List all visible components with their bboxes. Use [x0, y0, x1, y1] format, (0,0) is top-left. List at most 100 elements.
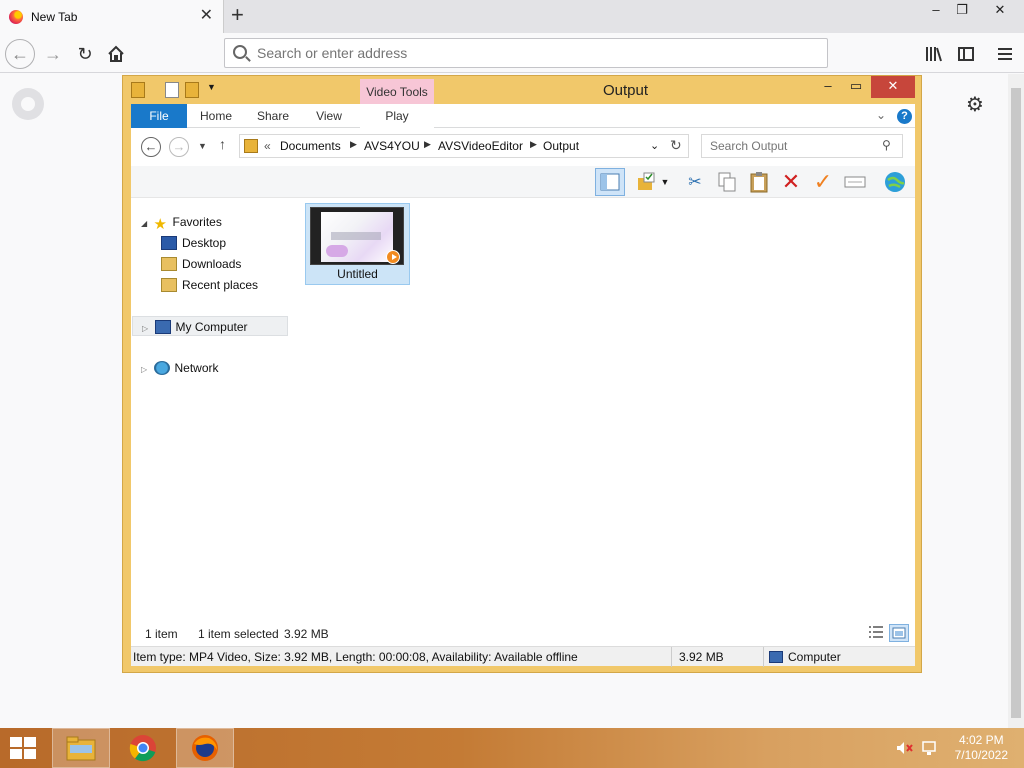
sidebar-button[interactable] [951, 39, 981, 69]
tab-close-icon[interactable]: ✕ [200, 8, 213, 24]
scrollbar-thumb[interactable] [1011, 88, 1021, 718]
forward-button[interactable]: → [38, 39, 68, 69]
url-input[interactable] [257, 43, 817, 63]
item-count: 1 item [145, 627, 178, 641]
tab-file[interactable]: File [131, 104, 187, 128]
tab-home[interactable]: Home [193, 104, 239, 128]
up-arrow-icon[interactable]: ↑ [219, 136, 226, 152]
checkmark-icon[interactable]: ✓ [811, 169, 835, 194]
hamburger-menu-icon [998, 48, 1012, 60]
network-icon [153, 360, 170, 375]
taskbar-chrome[interactable] [114, 728, 172, 768]
chevron-right-icon[interactable]: ▶ [530, 139, 537, 150]
breadcrumb-overflow[interactable]: « [264, 139, 271, 153]
maximize-button[interactable]: ❐ [945, 0, 979, 22]
delete-icon[interactable]: ✕ [779, 169, 803, 194]
large-icons-view-icon[interactable] [889, 624, 909, 642]
globe-icon[interactable] [883, 170, 907, 194]
breadcrumb-avs4you[interactable]: AVS4YOU [364, 139, 420, 153]
tab-play[interactable]: Play [360, 104, 434, 128]
url-bar[interactable] [224, 38, 828, 68]
explorer-maximize-button[interactable]: ▭ [843, 76, 869, 98]
search-icon: ⚲ [882, 138, 891, 152]
back-button[interactable]: ← [5, 39, 35, 69]
quick-access-dropdown-icon[interactable]: ▼ [207, 82, 217, 98]
explorer-forward-button[interactable]: → [169, 137, 189, 157]
tree-downloads[interactable]: Downloads [161, 254, 241, 274]
taskbar-file-explorer[interactable] [52, 728, 110, 768]
navigation-pane: ◢ ★ Favorites Desktop Downloads Recent pl… [131, 202, 291, 622]
explorer-close-button[interactable]: ✕ [871, 76, 915, 98]
breadcrumb-avsvideoeditor[interactable]: AVSVideoEditor [438, 139, 523, 153]
tree-my-computer[interactable]: ▷ My Computer [132, 316, 288, 336]
network-status-icon[interactable] [921, 741, 937, 755]
start-button[interactable] [10, 737, 38, 759]
breadcrumb-output[interactable]: Output [543, 139, 579, 153]
tree-network[interactable]: ▷ Network [141, 358, 219, 378]
properties-icon[interactable] [165, 82, 179, 98]
details-view-icon[interactable] [867, 624, 887, 642]
taskbar-firefox[interactable] [176, 728, 234, 768]
search-input[interactable] [710, 138, 880, 154]
search-box[interactable]: ⚲ [701, 134, 903, 158]
system-clock[interactable]: 4:02 PM 7/10/2022 [955, 733, 1008, 763]
tab-share[interactable]: Share [249, 104, 297, 128]
file-item-untitled[interactable]: Untitled [305, 203, 410, 285]
expanded-arrow-icon[interactable]: ◢ [141, 219, 147, 228]
page-scrollbar[interactable] [1008, 74, 1024, 728]
details-divider [671, 647, 672, 667]
library-button[interactable] [919, 39, 949, 69]
gear-icon[interactable]: ⚙ [966, 92, 984, 117]
reload-button[interactable]: ↻ [70, 39, 100, 69]
preview-pane-icon[interactable] [595, 168, 625, 196]
paste-icon[interactable] [747, 170, 771, 194]
sidebar-icon [958, 47, 974, 61]
ribbon-expand-icon[interactable]: ⌄ [876, 108, 886, 122]
new-folder-icon[interactable] [185, 82, 199, 98]
tab-new-tab[interactable]: New Tab ✕ [0, 0, 224, 33]
explorer-body: File Home Share View Play ⌄ ? ← → ▼ ↑ « … [131, 104, 915, 667]
folder-icon [66, 736, 96, 761]
reload-icon: ↻ [77, 44, 93, 64]
copy-icon[interactable] [715, 170, 739, 194]
rename-icon[interactable] [843, 170, 867, 194]
chevron-right-icon[interactable]: ▶ [424, 139, 431, 150]
chevron-down-icon[interactable]: ⌄ [650, 139, 659, 152]
tab-view[interactable]: View [307, 104, 351, 128]
item-details-text: Item type: MP4 Video, Size: 3.92 MB, Len… [133, 650, 578, 664]
collapsed-arrow-icon[interactable]: ▷ [141, 365, 147, 374]
close-window-button[interactable]: ✕ [983, 0, 1017, 22]
home-button[interactable] [101, 39, 131, 69]
folder-icon [244, 139, 258, 153]
search-icon [233, 45, 247, 59]
tree-desktop[interactable]: Desktop [161, 233, 226, 253]
tree-favorites[interactable]: ◢ ★ Favorites [141, 212, 222, 233]
back-arrow-icon: ← [11, 44, 29, 64]
explorer-back-button[interactable]: ← [141, 137, 161, 157]
back-arrow-icon: ← [144, 139, 158, 154]
file-explorer-window: ▼ Video Tools Output – ▭ ✕ File Home Sha… [122, 75, 922, 673]
video-tools-context-label: Video Tools [360, 79, 434, 104]
chrome-icon [129, 735, 156, 762]
select-folder-icon[interactable] [635, 170, 659, 194]
address-bar[interactable]: « Documents ▶ AVS4YOU ▶ AVSVideoEditor ▶… [239, 134, 689, 158]
status-bar: 1 item 1 item selected 3.92 MB [131, 624, 915, 644]
help-icon[interactable]: ? [897, 109, 912, 124]
tree-recent-places[interactable]: Recent places [161, 275, 258, 295]
details-bar: Item type: MP4 Video, Size: 3.92 MB, Len… [131, 646, 915, 667]
dropdown-arrow-icon[interactable]: ▼ [659, 170, 671, 194]
recent-locations-icon[interactable]: ▼ [198, 141, 207, 151]
cut-icon[interactable]: ✂ [683, 170, 707, 194]
play-badge-icon [386, 250, 400, 264]
chevron-right-icon[interactable]: ▶ [350, 139, 357, 150]
tree-recent-label: Recent places [182, 278, 259, 292]
new-tab-button[interactable]: + [231, 4, 244, 26]
explorer-title-bar[interactable]: ▼ Video Tools Output – ▭ ✕ [123, 76, 921, 104]
refresh-icon[interactable]: ↻ [670, 137, 682, 154]
volume-muted-icon[interactable] [896, 741, 913, 755]
menu-button[interactable] [990, 39, 1020, 69]
breadcrumb-documents[interactable]: Documents [280, 139, 341, 153]
collapsed-arrow-icon[interactable]: ▷ [142, 324, 148, 333]
computer-icon [769, 651, 783, 663]
explorer-minimize-button[interactable]: – [815, 76, 841, 98]
